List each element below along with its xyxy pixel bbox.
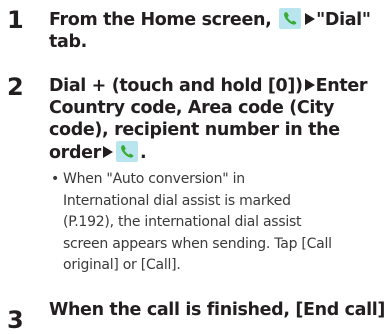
step-line: When the call is finished, [End call]. [49,300,385,320]
note-line: original] or [Call]. [63,257,181,273]
note-line: When "Auto conversion" in [63,171,245,187]
step-instruction: When the call is finished, [End call]. [49,299,385,321]
step-text-segment: Dial + (touch and hold [0]) [49,76,303,96]
step-text-segment: "Dial" [316,10,371,30]
step-number: 2 [7,73,24,101]
arrow-icon [305,13,316,25]
step-instruction: From the Home screen, "Dial" tab. [49,8,383,53]
step-instruction: Dial + (touch and hold [0]) Enter Country… [49,75,383,164]
step-line: Country code, Area code (City [49,98,335,118]
step-note: • When "Auto conversion" in Internationa… [51,169,385,277]
phone-icon [115,141,138,162]
step-text-segment: order [49,143,101,163]
step-line: code), recipient number in the [49,120,340,140]
phone-icon [279,8,302,29]
note-line: screen appears when sending. Tap [Call [63,235,332,252]
step-text-segment: . [139,143,147,163]
step-line: From the Home screen, "Dial" [49,8,383,31]
step-number: 3 [7,306,24,334]
step-line: tab. [49,32,87,52]
step-text-segment: Enter [315,76,368,96]
step-text-segment: From the Home screen, [49,10,278,30]
bullet-icon: • [51,171,60,187]
arrow-icon [304,79,315,91]
note-line: (P.192), the international dial assist [63,214,302,230]
arrow-icon [102,146,113,158]
note-line: International dial assist is marked [63,192,291,209]
step-line: Dial + (touch and hold [0]) Enter [49,75,383,97]
step-line: order . [49,141,383,164]
step-number: 1 [7,6,24,34]
